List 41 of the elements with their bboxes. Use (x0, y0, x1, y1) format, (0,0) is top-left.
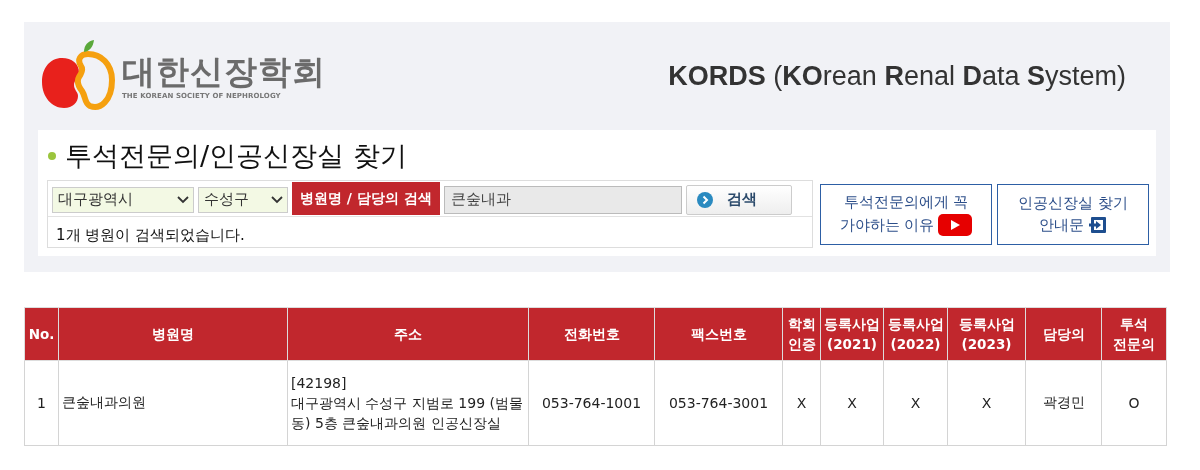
table-cell: 053-764-1001 (528, 360, 655, 446)
column-header: 등록사업 (2021) (820, 307, 884, 361)
district-select[interactable]: 수성구 (198, 186, 288, 213)
bullet-icon (47, 151, 57, 161)
column-header: 병원명 (58, 307, 288, 361)
column-header: 전화번호 (528, 307, 655, 361)
result-message: 1개 병원이 검색되었습니다. (55, 225, 246, 245)
table-cell: O (1101, 360, 1167, 446)
table-cell: X (883, 360, 948, 446)
region-select[interactable]: 대구광역시 (52, 186, 194, 213)
column-header: No. (24, 307, 59, 361)
column-header: 등록사업 (2022) (883, 307, 948, 361)
search-label: 병원명 / 담당의 검색 (292, 182, 440, 215)
address-text: 대구광역시 수성구 지범로 199 (범물동) 5층 큰숲내과의원 인공신장실 (291, 394, 524, 433)
table-cell: 곽경민 (1025, 360, 1102, 446)
page-title: 투석전문의/인공신장실 찾기 (65, 139, 407, 173)
video-link[interactable]: 투석전문의에게 꼭 가야하는 이유 (820, 184, 992, 245)
society-name: 대한신장학회 (122, 52, 326, 92)
table-cell: 큰숲내과의원 (58, 360, 288, 446)
column-header: 주소 (287, 307, 529, 361)
table-cell: X (820, 360, 884, 446)
chevron-down-icon (177, 195, 189, 204)
search-button[interactable]: 검색 (685, 184, 792, 215)
table-cell: X (947, 360, 1026, 446)
arrow-circle-icon (696, 191, 713, 208)
table-cell: X (782, 360, 821, 446)
column-header: 팩스번호 (654, 307, 783, 361)
column-header: 투석 전문의 (1101, 307, 1167, 361)
chevron-down-icon (271, 195, 283, 204)
enter-icon (1087, 215, 1108, 235)
column-header: 담당의 (1025, 307, 1102, 361)
address-postcode: [42198] (291, 374, 348, 393)
search-field[interactable]: 큰숲내과 (443, 185, 682, 214)
play-icon (938, 214, 973, 236)
guide-link[interactable]: 인공신장실 찾기 안내문 (997, 184, 1149, 245)
table-cell: 1 (24, 360, 59, 446)
column-header: 학회 인증 (782, 307, 821, 361)
system-title: KORDS (KOrean Renal Data System) (668, 60, 1126, 92)
table-cell: 053-764-3001 (654, 360, 783, 446)
column-header: 등록사업 (2023) (947, 307, 1026, 361)
kidney-logo-icon (40, 40, 116, 112)
